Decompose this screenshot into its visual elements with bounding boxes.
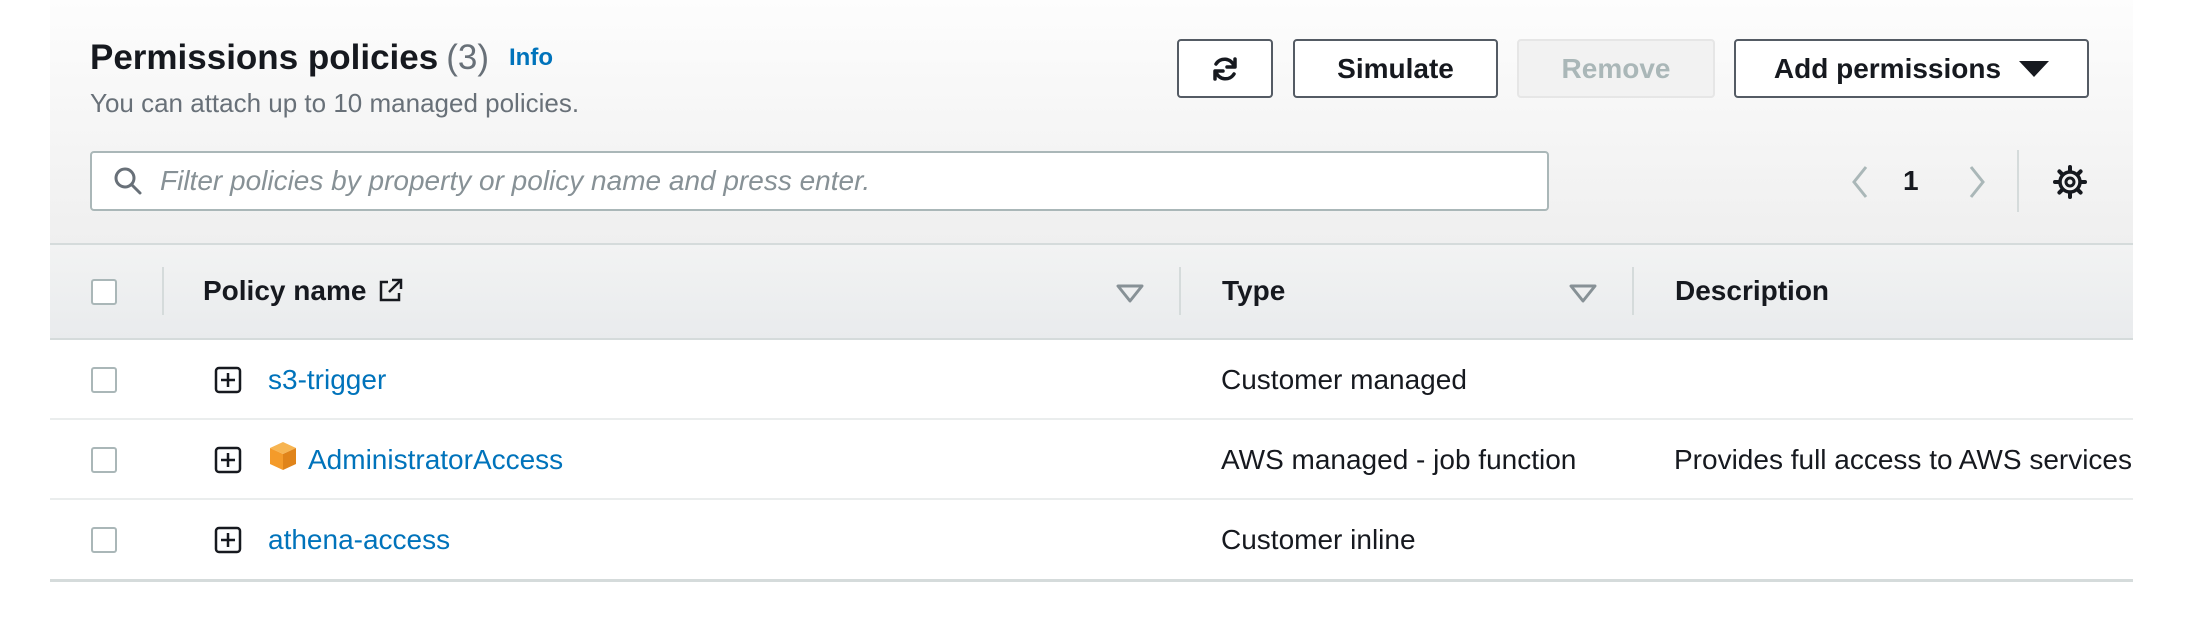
title-text: Permissions policies bbox=[90, 38, 439, 77]
external-link-icon bbox=[380, 278, 403, 302]
expand-icon[interactable] bbox=[214, 366, 242, 394]
next-page-button[interactable] bbox=[1962, 162, 1992, 202]
add-permissions-button[interactable]: Add permissions bbox=[1734, 39, 2089, 98]
page-title: Permissions policies (3) Info bbox=[90, 38, 553, 78]
subtitle: You can attach up to 10 managed policies… bbox=[90, 88, 580, 118]
expand-icon[interactable] bbox=[214, 526, 242, 554]
page-number[interactable]: 1 bbox=[1903, 165, 1919, 197]
column-divider bbox=[1632, 267, 1634, 315]
table-header: Policy name Type Description bbox=[50, 243, 2133, 340]
simulate-button[interactable]: Simulate bbox=[1293, 39, 1498, 98]
policy-name-header-label: Policy name bbox=[203, 275, 367, 306]
policy-count: (3) bbox=[446, 38, 489, 77]
column-header-description[interactable]: Description bbox=[1675, 275, 1829, 307]
table-row: AdministratorAccess AWS managed - job fu… bbox=[50, 420, 2133, 500]
row-checkbox[interactable] bbox=[91, 527, 117, 553]
chevron-right-icon bbox=[1969, 166, 1985, 198]
caret-down-icon bbox=[2019, 60, 2050, 77]
column-divider bbox=[1179, 267, 1181, 315]
add-permissions-label: Add permissions bbox=[1773, 52, 2002, 84]
column-header-policy-name[interactable]: Policy name bbox=[203, 275, 404, 307]
row-checkbox[interactable] bbox=[91, 447, 117, 473]
remove-button[interactable]: Remove bbox=[1517, 39, 1715, 98]
column-divider bbox=[162, 267, 164, 315]
preferences-button[interactable] bbox=[2052, 164, 2088, 200]
table-row: s3-trigger Customer managed bbox=[50, 340, 2133, 420]
sort-type-icon[interactable] bbox=[1568, 283, 1598, 305]
policy-name-link[interactable]: s3-trigger bbox=[268, 364, 386, 396]
gear-icon bbox=[2053, 165, 2087, 199]
policy-type: Customer inline bbox=[1221, 524, 1416, 555]
chevron-left-icon bbox=[1852, 166, 1868, 198]
table-row: athena-access Customer inline bbox=[50, 500, 2133, 582]
select-all-checkbox[interactable] bbox=[91, 279, 117, 305]
policy-type: AWS managed - job function bbox=[1221, 444, 1577, 475]
aws-managed-cube-icon bbox=[270, 442, 296, 470]
policy-type: Customer managed bbox=[1221, 364, 1467, 395]
row-checkbox[interactable] bbox=[91, 367, 117, 393]
search-icon bbox=[112, 165, 144, 197]
refresh-button[interactable] bbox=[1177, 39, 1273, 98]
pager-divider bbox=[2017, 150, 2019, 212]
search-input[interactable] bbox=[158, 164, 1547, 198]
column-header-type[interactable]: Type bbox=[1222, 275, 1285, 307]
refresh-icon bbox=[1213, 56, 1237, 81]
previous-page-button[interactable] bbox=[1845, 162, 1875, 202]
policy-name-link[interactable]: AdministratorAccess bbox=[308, 444, 563, 476]
policy-filter[interactable] bbox=[90, 151, 1549, 211]
expand-icon[interactable] bbox=[214, 446, 242, 474]
policy-name-link[interactable]: athena-access bbox=[268, 524, 450, 556]
info-link[interactable]: Info bbox=[509, 44, 553, 71]
sort-policy-name-icon[interactable] bbox=[1115, 283, 1145, 305]
policy-description: Provides full access to AWS services bbox=[1674, 444, 2133, 475]
